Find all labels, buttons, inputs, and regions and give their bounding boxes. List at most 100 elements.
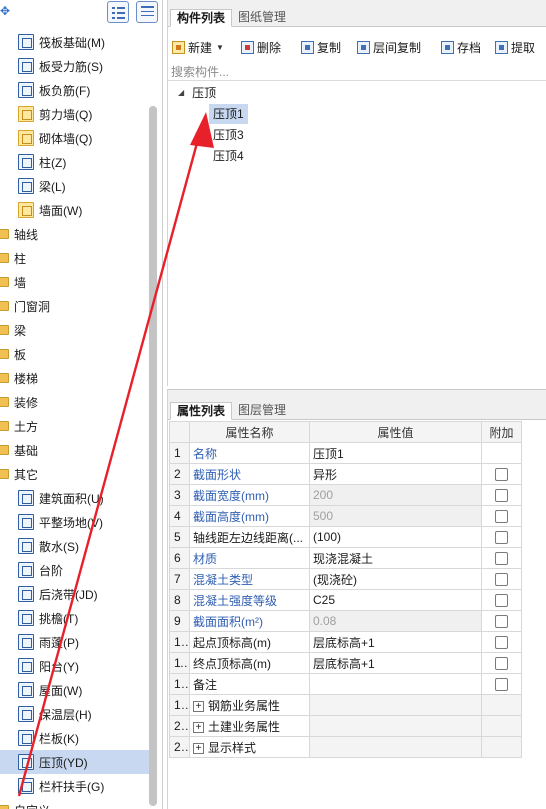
nav-item[interactable]: 板 (0, 342, 150, 366)
nav-item[interactable]: 剪力墙(Q) (0, 102, 150, 126)
nav-item[interactable]: 栏板(K) (0, 726, 150, 750)
property-extra[interactable] (481, 673, 522, 695)
property-row[interactable]: 7 混凝土类型 (现浇砼) (169, 568, 522, 590)
extra-checkbox[interactable] (495, 678, 508, 692)
property-row[interactable]: 9 截面面积(m²) 0.08 (169, 610, 522, 632)
nav-item[interactable]: 屋面(W) (0, 678, 150, 702)
property-value[interactable]: 异形 (309, 463, 482, 485)
property-extra[interactable] (481, 547, 522, 569)
tree-root-node[interactable]: ◢ 压顶 (178, 84, 216, 101)
property-value[interactable]: 层底标高+1 (309, 631, 482, 653)
expand-plus-icon[interactable]: + (193, 742, 204, 754)
extra-checkbox[interactable] (495, 636, 508, 650)
list-view-icon[interactable] (107, 1, 129, 23)
nav-item[interactable]: 柱 (0, 246, 150, 270)
property-extra[interactable] (481, 484, 522, 506)
property-value[interactable]: 0.08 (309, 610, 482, 632)
property-value[interactable]: (现浇砼) (309, 568, 482, 590)
nav-item[interactable]: 梁 (0, 318, 150, 342)
property-group-row[interactable]: 22 + 土建业务属性 (169, 715, 522, 737)
property-row[interactable]: 4 截面高度(mm) 500 (169, 505, 522, 527)
component-tree-item[interactable]: 压顶1 (209, 104, 248, 124)
nav-item[interactable]: 楼梯 (0, 366, 150, 390)
property-row[interactable]: 2 截面形状 异形 (169, 463, 522, 485)
nav-scrollbar[interactable] (149, 106, 157, 806)
expand-plus-icon[interactable]: + (193, 700, 204, 712)
property-value[interactable]: 层底标高+1 (309, 652, 482, 674)
extra-checkbox[interactable] (495, 594, 508, 608)
property-value[interactable]: 压顶1 (309, 442, 482, 464)
nav-item[interactable]: 其它 (0, 462, 150, 486)
property-extra[interactable] (481, 526, 522, 548)
nav-item[interactable]: 筏板基础(M) (0, 30, 150, 54)
extra-checkbox[interactable] (495, 573, 508, 587)
property-value[interactable]: C25 (309, 589, 482, 611)
component-search-input[interactable] (168, 63, 546, 81)
property-value[interactable] (309, 673, 482, 695)
property-extra[interactable] (481, 652, 522, 674)
chevron-down-icon[interactable]: ▼ (216, 43, 224, 52)
nav-item[interactable]: 栏杆扶手(G) (0, 774, 150, 798)
nav-item[interactable]: 散水(S) (0, 534, 150, 558)
property-extra[interactable] (481, 631, 522, 653)
floor-copy-button[interactable]: 层间复制 (357, 38, 421, 56)
nav-item[interactable]: 门窗洞 (0, 294, 150, 318)
property-group-row[interactable]: 13 + 钢筋业务属性 (169, 694, 522, 716)
nav-item[interactable]: 轴线 (0, 222, 150, 246)
nav-item[interactable]: 雨蓬(P) (0, 630, 150, 654)
property-row[interactable]: 5 轴线距左边线距离(... (100) (169, 526, 522, 548)
property-row[interactable]: 8 混凝土强度等级 C25 (169, 589, 522, 611)
property-value[interactable]: (100) (309, 526, 482, 548)
property-row[interactable]: 3 截面宽度(mm) 200 (169, 484, 522, 506)
property-extra[interactable] (481, 610, 522, 632)
property-row[interactable]: 11 终点顶标高(m) 层底标高+1 (169, 652, 522, 674)
property-group-row[interactable]: 26 + 显示样式 (169, 736, 522, 758)
extract-button[interactable]: 提取 (495, 38, 535, 56)
nav-item[interactable]: 砌体墙(Q) (0, 126, 150, 150)
nav-item[interactable]: 装修 (0, 390, 150, 414)
property-group-name[interactable]: + 钢筋业务属性 (189, 694, 310, 716)
property-row[interactable]: 6 材质 现浇混凝土 (169, 547, 522, 569)
component-tree-item[interactable]: 压顶3 (209, 125, 248, 145)
nav-item[interactable]: 压顶(YD) (0, 750, 150, 774)
delete-button[interactable]: 删除 (241, 38, 281, 56)
tab-property-list[interactable]: 属性列表 (170, 402, 233, 420)
pin-icon[interactable]: ✥ (0, 4, 10, 18)
nav-item[interactable]: 土方 (0, 414, 150, 438)
nav-item[interactable]: 建筑面积(U) (0, 486, 150, 510)
tab-layer-management[interactable]: 图层管理 (232, 402, 292, 420)
nav-item[interactable]: 后浇带(JD) (0, 582, 150, 606)
collapse-triangle-icon[interactable]: ◢ (178, 88, 184, 97)
extra-checkbox[interactable] (495, 531, 508, 545)
property-extra[interactable] (481, 568, 522, 590)
nav-item[interactable]: 自定义 (0, 798, 150, 809)
extra-checkbox[interactable] (495, 657, 508, 671)
copy-button[interactable]: 复制 (301, 38, 341, 56)
property-row[interactable]: 1 名称 压顶1 (169, 442, 522, 464)
property-group-name[interactable]: + 土建业务属性 (189, 715, 310, 737)
property-value[interactable]: 200 (309, 484, 482, 506)
nav-item[interactable]: 梁(L) (0, 174, 150, 198)
property-extra[interactable] (481, 589, 522, 611)
nav-item[interactable]: 平整场地(V) (0, 510, 150, 534)
nav-item[interactable]: 挑檐(T) (0, 606, 150, 630)
tab-drawing-management[interactable]: 图纸管理 (232, 9, 292, 27)
window-view-icon[interactable] (136, 1, 158, 23)
nav-item[interactable]: 墙面(W) (0, 198, 150, 222)
nav-item[interactable]: 台阶 (0, 558, 150, 582)
nav-item[interactable]: 墙 (0, 270, 150, 294)
nav-item[interactable]: 柱(Z) (0, 150, 150, 174)
nav-item[interactable]: 基础 (0, 438, 150, 462)
tab-component-list[interactable]: 构件列表 (170, 9, 233, 27)
nav-item[interactable]: 板负筋(F) (0, 78, 150, 102)
property-extra[interactable] (481, 505, 522, 527)
extra-checkbox[interactable] (495, 615, 508, 629)
extra-checkbox[interactable] (495, 552, 508, 566)
property-value[interactable]: 现浇混凝土 (309, 547, 482, 569)
nav-item[interactable]: 保温层(H) (0, 702, 150, 726)
nav-item[interactable]: 板受力筋(S) (0, 54, 150, 78)
property-row[interactable]: 12 备注 (169, 673, 522, 695)
property-row[interactable]: 10 起点顶标高(m) 层底标高+1 (169, 631, 522, 653)
extra-checkbox[interactable] (495, 489, 508, 503)
nav-item[interactable]: 阳台(Y) (0, 654, 150, 678)
